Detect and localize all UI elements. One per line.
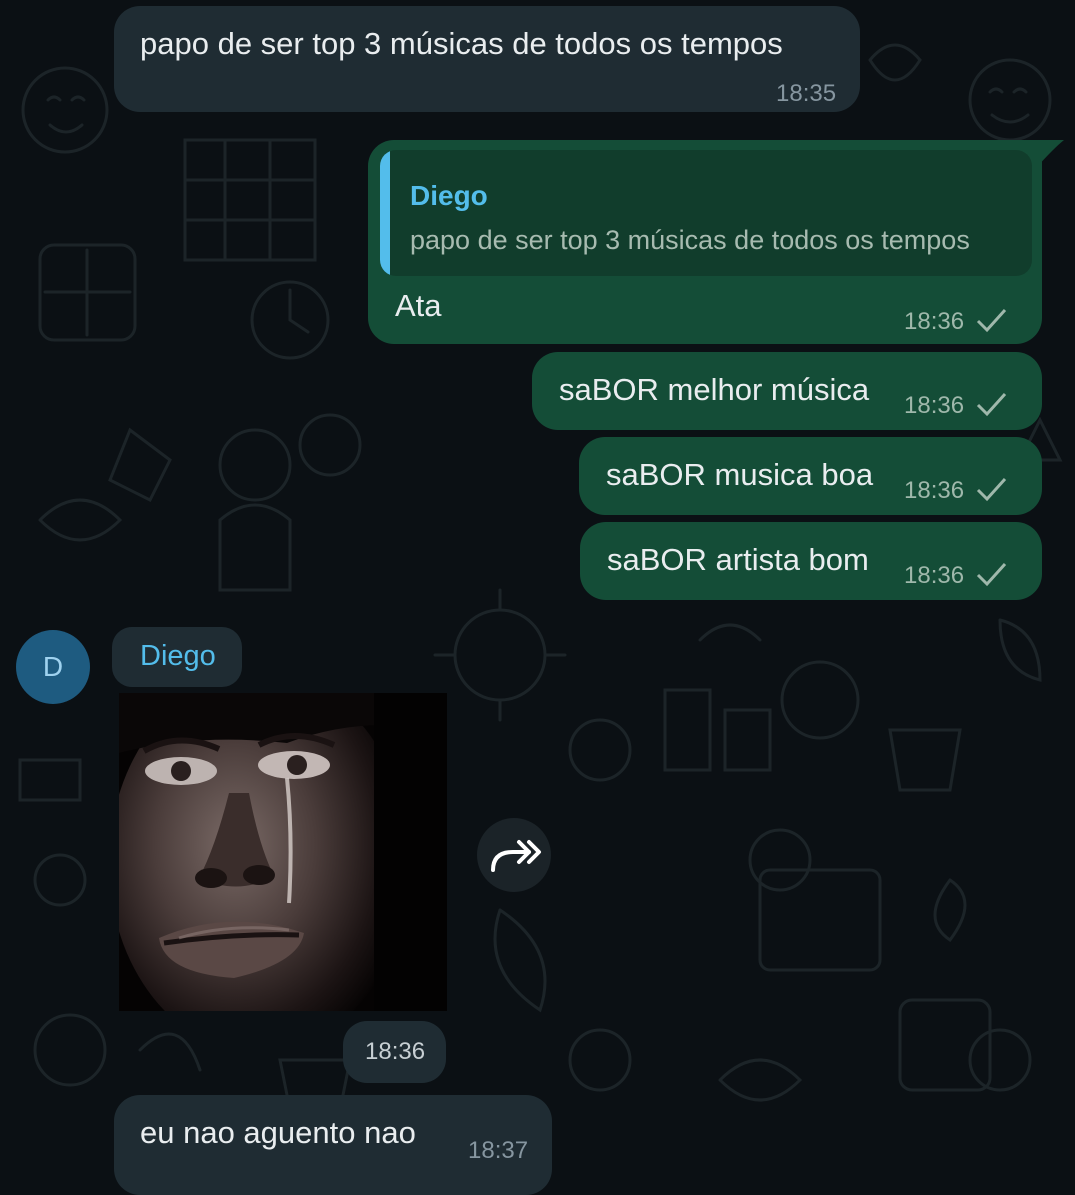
face-photo bbox=[119, 693, 447, 1011]
quote-author: Diego bbox=[410, 180, 488, 211]
message-time: 18:36 bbox=[365, 1038, 426, 1065]
message-time: 18:36 bbox=[904, 477, 965, 504]
message-text: eu nao aguento nao bbox=[140, 1115, 416, 1150]
message-text: saBOR musica boa bbox=[606, 457, 874, 492]
message-bubble-outgoing[interactable]: saBOR musica boa 18:36 bbox=[579, 437, 1042, 515]
forward-icon bbox=[491, 840, 541, 872]
single-check-icon bbox=[976, 392, 1007, 417]
message-bubble-incoming[interactable]: eu nao aguento nao 18:37 bbox=[114, 1095, 552, 1195]
message-text: papo de ser top 3 músicas de todos os te… bbox=[140, 26, 783, 61]
quote-accent-bar bbox=[380, 150, 390, 276]
message-bubble-outgoing[interactable]: saBOR melhor música 18:36 bbox=[532, 352, 1042, 430]
message-time: 18:35 bbox=[776, 80, 837, 107]
message-text: saBOR melhor música bbox=[559, 372, 870, 407]
quote-text: papo de ser top 3 músicas de todos os te… bbox=[410, 225, 970, 255]
message-bubble-outgoing[interactable]: saBOR artista bom 18:36 bbox=[580, 522, 1042, 600]
message-time: 18:36 bbox=[904, 392, 965, 419]
single-check-icon bbox=[976, 308, 1007, 333]
quoted-message[interactable]: Diego papo de ser top 3 músicas de todos… bbox=[380, 150, 1032, 276]
message-time: 18:36 bbox=[904, 308, 965, 335]
message-time: 18:37 bbox=[468, 1137, 529, 1164]
avatar[interactable]: D bbox=[16, 630, 90, 704]
message-text: saBOR artista bom bbox=[607, 542, 869, 577]
message-bubble-outgoing-reply[interactable]: Diego papo de ser top 3 músicas de todos… bbox=[368, 140, 1042, 344]
sender-name-chip[interactable]: Diego bbox=[112, 627, 242, 687]
single-check-icon bbox=[976, 562, 1007, 587]
single-check-icon bbox=[976, 477, 1007, 502]
bubble-tail-icon bbox=[1036, 140, 1064, 168]
image-time-chip: 18:36 bbox=[343, 1021, 446, 1083]
image-message[interactable] bbox=[119, 693, 447, 1011]
forward-button[interactable] bbox=[477, 818, 551, 892]
sender-name: Diego bbox=[140, 640, 216, 672]
message-bubble-incoming[interactable]: papo de ser top 3 músicas de todos os te… bbox=[114, 6, 860, 112]
message-time: 18:36 bbox=[904, 562, 965, 589]
message-text: Ata bbox=[395, 288, 442, 323]
